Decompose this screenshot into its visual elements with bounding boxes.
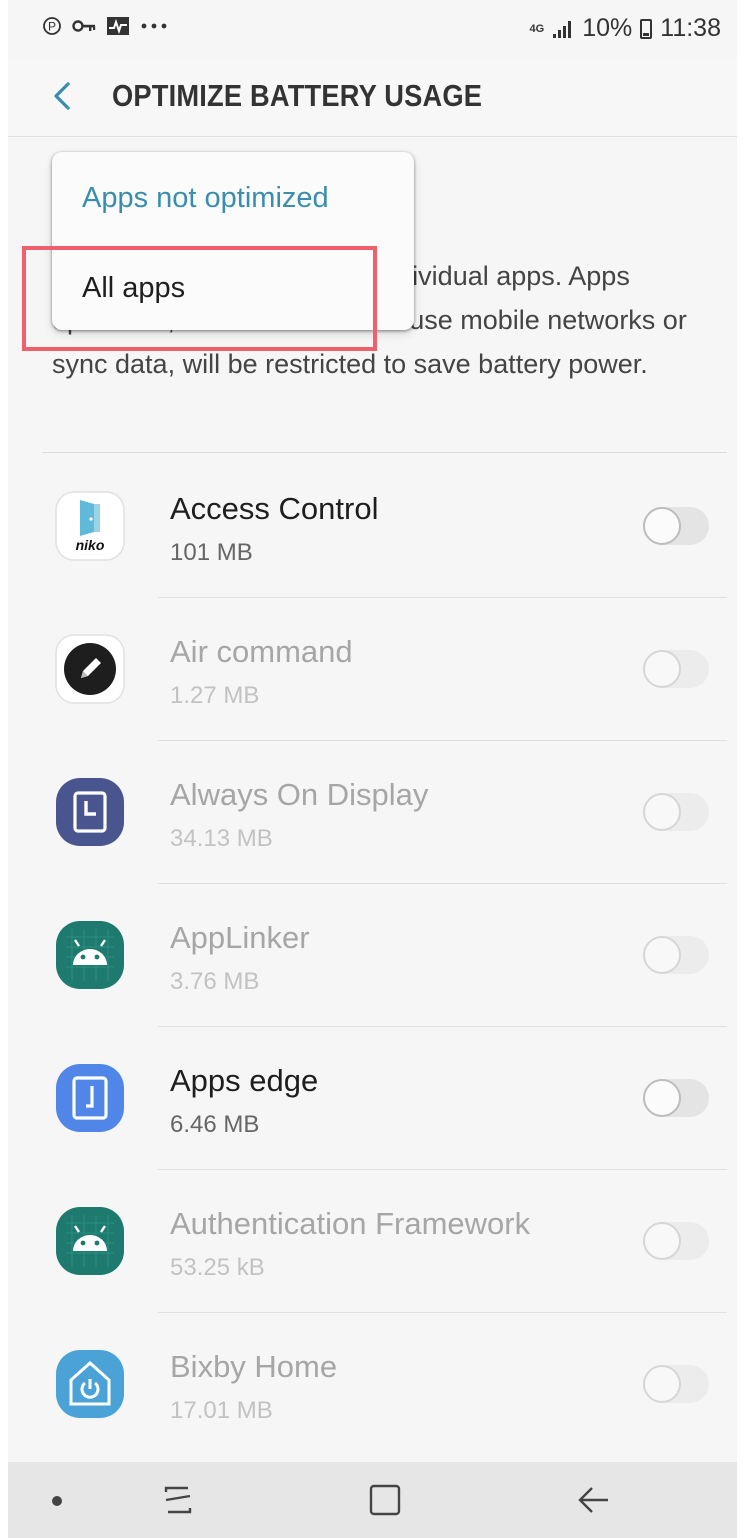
- optimize-toggle[interactable]: [643, 793, 709, 831]
- back-icon[interactable]: [574, 1482, 614, 1518]
- navigation-bar: [8, 1462, 737, 1538]
- back-chevron-icon[interactable]: [44, 76, 84, 116]
- nav-hide-dot[interactable]: [52, 1496, 62, 1506]
- toggle-knob: [643, 1079, 681, 1117]
- optimize-toggle[interactable]: [643, 1079, 709, 1117]
- app-size: 17.01 MB: [170, 1397, 273, 1424]
- android-robot-icon: [56, 1207, 124, 1275]
- recent-apps-icon[interactable]: [158, 1482, 198, 1518]
- list-item-access-control[interactable]: niko Access Control 101 MB: [8, 455, 737, 598]
- status-right: 4G 10% 11:38: [530, 14, 721, 43]
- more-notifications-icon: [141, 23, 167, 29]
- home-icon[interactable]: [365, 1482, 405, 1518]
- app-size: 101 MB: [170, 539, 253, 566]
- list-item-always-on-display[interactable]: Always On Display 34.13 MB: [8, 741, 737, 884]
- list-item-authentication-framework[interactable]: Authentication Framework 53.25 kB: [8, 1170, 737, 1313]
- app-size: 53.25 kB: [170, 1254, 265, 1281]
- clock: 11:38: [660, 14, 721, 42]
- highlight-box: [22, 246, 377, 351]
- app-size: 6.46 MB: [170, 1111, 260, 1138]
- screen: P 4G 10% 11:38 OPTIMIZE BATTERY USAGE Op…: [8, 0, 737, 1538]
- divider: [42, 452, 727, 453]
- svg-text:niko: niko: [76, 537, 105, 553]
- page-title: OPTIMIZE BATTERY USAGE: [112, 78, 483, 113]
- optimize-toggle[interactable]: [643, 936, 709, 974]
- toggle-knob: [643, 793, 681, 831]
- niko-access-control-icon: niko: [55, 491, 125, 561]
- app-size: 3.76 MB: [170, 968, 260, 995]
- apps-edge-panel-icon: [56, 1064, 124, 1132]
- notification-icons: P: [42, 16, 168, 36]
- activity-icon: [107, 17, 129, 35]
- optimize-toggle[interactable]: [643, 1365, 709, 1403]
- app-name: Air command: [170, 634, 353, 669]
- menu-item-apps-not-optimized[interactable]: Apps not optimized: [82, 182, 329, 215]
- signal-strength-icon: [553, 20, 572, 38]
- app-name: AppLinker: [170, 920, 310, 955]
- list-item-apps-edge[interactable]: Apps edge 6.46 MB: [8, 1027, 737, 1170]
- network-type-label: 4G: [529, 22, 545, 35]
- optimize-toggle[interactable]: [643, 507, 709, 545]
- list-item-air-command[interactable]: Air command 1.27 MB: [8, 598, 737, 741]
- always-on-display-clock-icon: [56, 778, 124, 846]
- air-command-pen-icon: [55, 634, 125, 704]
- nfc-icon: P: [43, 17, 61, 35]
- toggle-knob: [643, 1222, 681, 1260]
- app-size: 34.13 MB: [170, 825, 273, 852]
- list-item-bixby-home[interactable]: Bixby Home 17.01 MB: [8, 1313, 737, 1456]
- vpn-key-icon: [72, 20, 96, 32]
- svg-text:P: P: [48, 20, 56, 34]
- toggle-knob: [643, 650, 681, 688]
- app-name: Apps edge: [170, 1063, 319, 1098]
- app-size: 1.27 MB: [170, 682, 260, 709]
- toggle-knob: [643, 507, 681, 545]
- android-robot-icon: [56, 921, 124, 989]
- bixby-home-icon: [56, 1350, 124, 1418]
- optimize-toggle[interactable]: [643, 1222, 709, 1260]
- toggle-knob: [643, 936, 681, 974]
- app-name: Access Control: [170, 491, 379, 526]
- app-name: Bixby Home: [170, 1349, 338, 1384]
- list-item-applinker[interactable]: AppLinker 3.76 MB: [8, 884, 737, 1027]
- app-name: Authentication Framework: [170, 1206, 531, 1241]
- status-bar: P 4G 10% 11:38: [8, 0, 737, 58]
- toggle-knob: [643, 1365, 681, 1403]
- optimize-toggle[interactable]: [643, 650, 709, 688]
- app-bar: OPTIMIZE BATTERY USAGE: [8, 58, 737, 137]
- battery-icon: [640, 18, 653, 39]
- app-name: Always On Display: [170, 777, 429, 812]
- battery-percent: 10%: [582, 14, 633, 42]
